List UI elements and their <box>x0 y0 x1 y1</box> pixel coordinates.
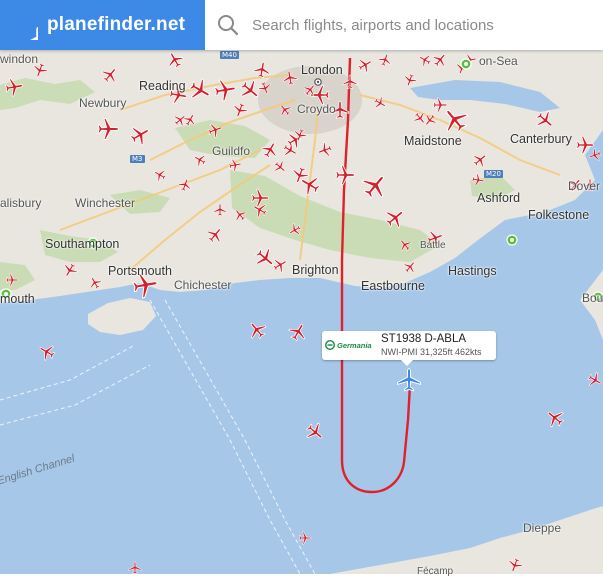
map-canvas[interactable] <box>0 0 603 574</box>
brand-logo[interactable]: planefinder.net <box>0 0 205 50</box>
brand-name: planefinder.net <box>47 14 186 35</box>
label-london: London <box>301 63 343 77</box>
top-bar: planefinder.net <box>0 0 603 50</box>
label-folkestone: Folkestone <box>528 208 590 222</box>
label-salisbury: alisbury <box>0 196 42 210</box>
label-dieppe: Dieppe <box>523 521 562 535</box>
label-canterbury: Canterbury <box>510 132 572 146</box>
search-bar[interactable] <box>205 0 603 50</box>
search-icon[interactable] <box>216 13 240 37</box>
label-newbury: Newbury <box>79 96 127 110</box>
label-boulogne: Bou <box>582 291 603 305</box>
label-portsmouth: Portsmouth <box>108 264 172 278</box>
label-guildford: Guildfo <box>212 144 251 158</box>
label-reading: Reading <box>139 79 186 93</box>
road-label-m40: M40 <box>220 51 239 59</box>
label-chichester: Chichester <box>174 278 232 292</box>
airport-icon[interactable] <box>506 234 518 246</box>
label-battle: Battle <box>420 240 446 251</box>
flight-details: NWI-PMI 31,325ft 462kts <box>381 347 482 357</box>
label-swindon: windon <box>0 52 39 66</box>
label-dover: Dover <box>568 179 601 193</box>
selected-flight-label[interactable]: Germania ST1938 D-ABLA NWI-PMI 31,325ft … <box>322 331 496 366</box>
flight-callsign: ST1938 D-ABLA <box>381 333 467 345</box>
label-fecamp: Fécamp <box>417 566 454 577</box>
label-maidstone: Maidstone <box>404 134 462 148</box>
search-input[interactable] <box>250 15 584 35</box>
airline-name: Germania <box>337 340 372 350</box>
label-hastings: Hastings <box>448 264 497 278</box>
label-ashford: Ashford <box>477 191 521 205</box>
label-croydon: Croydo <box>297 102 336 116</box>
label-brighton: Brighton <box>292 263 339 277</box>
london-marker <box>314 78 322 86</box>
label-southend: on-Sea <box>479 54 518 68</box>
label-bournemouth: mouth <box>0 292 35 306</box>
plane-icon <box>8 10 38 40</box>
label-southampton: Southampton <box>45 237 120 251</box>
germania-mark-icon <box>325 340 335 350</box>
road-label-m20: M20 <box>484 170 503 178</box>
road-label-m3: M3 <box>130 155 145 163</box>
airport-icon[interactable] <box>460 58 472 70</box>
germania-logo-icon: Germania <box>325 340 372 350</box>
label-eastbourne: Eastbourne <box>361 279 425 293</box>
label-winchester: Winchester <box>75 196 136 210</box>
